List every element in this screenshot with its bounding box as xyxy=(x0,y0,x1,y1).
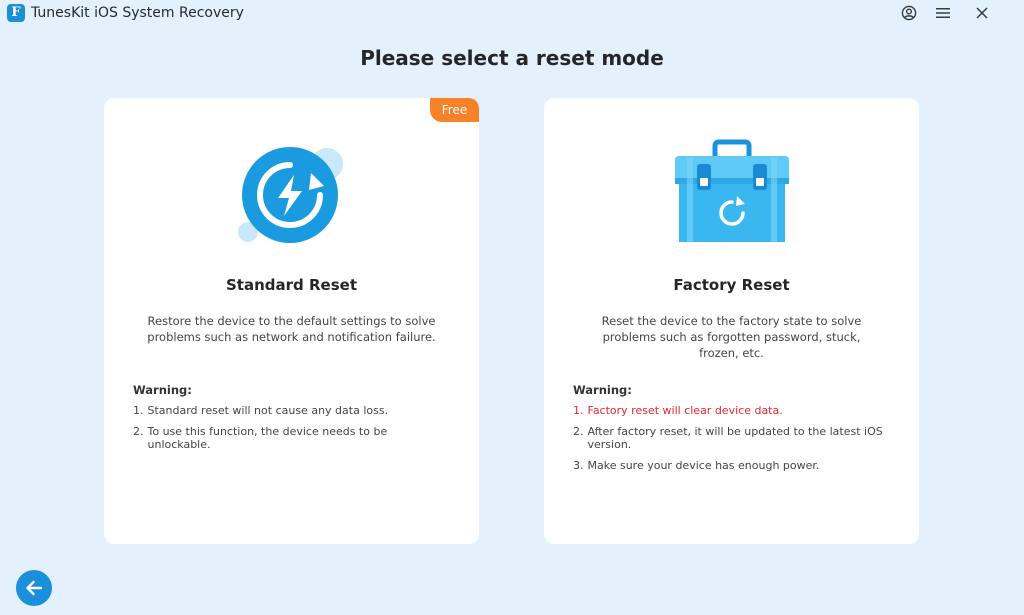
app-window: F TunesKit iOS System Recovery Please se… xyxy=(0,0,1024,615)
standard-reset-title: Standard Reset xyxy=(226,276,357,294)
arrow-left-icon xyxy=(26,580,43,596)
warning-text: Make sure your device has enough power. xyxy=(587,459,820,472)
account-icon xyxy=(901,5,917,21)
factory-reset-description: Reset the device to the factory state to… xyxy=(601,314,862,360)
warning-number: 3. xyxy=(573,459,584,472)
factory-warning-title: Warning: xyxy=(573,383,632,397)
warning-text: Standard reset will not cause any data l… xyxy=(147,404,389,417)
warning-number: 2. xyxy=(573,425,584,438)
close-icon xyxy=(976,7,988,19)
app-title: TunesKit iOS System Recovery xyxy=(31,5,244,21)
refresh-lightning-icon xyxy=(237,147,343,243)
warning-text: To use this function, the device needs t… xyxy=(147,425,388,451)
warning-number: 1. xyxy=(573,404,584,417)
standard-reset-card[interactable]: Free Standard Reset Restore the device t… xyxy=(104,98,479,544)
warning-item: 1. Factory reset will clear device data. xyxy=(573,404,893,417)
menu-icon xyxy=(936,8,950,18)
warning-item: 1. Standard reset will not cause any dat… xyxy=(133,404,453,417)
factory-reset-illustration xyxy=(544,138,919,248)
factory-warning-list: 1. Factory reset will clear device data.… xyxy=(573,404,893,480)
warning-number: 2. xyxy=(133,425,144,438)
standard-warning-title: Warning: xyxy=(133,383,192,397)
standard-reset-description: Restore the device to the default settin… xyxy=(147,314,436,344)
warning-number: 1. xyxy=(133,404,144,417)
factory-reset-card[interactable]: Factory Reset Reset the device to the fa… xyxy=(544,98,919,544)
menu-button[interactable] xyxy=(933,3,953,23)
back-button[interactable] xyxy=(16,570,52,606)
close-button[interactable] xyxy=(972,3,992,23)
warning-text: After factory reset, it will be updated … xyxy=(587,425,883,451)
factory-reset-title: Factory Reset xyxy=(673,276,790,294)
warning-item: 2. To use this function, the device need… xyxy=(133,425,453,451)
warning-item: 3. Make sure your device has enough powe… xyxy=(573,459,893,472)
free-badge: Free xyxy=(430,98,479,122)
warning-item: 2. After factory reset, it will be updat… xyxy=(573,425,893,451)
standard-warning-list: 1. Standard reset will not cause any dat… xyxy=(133,404,453,459)
page-title: Please select a reset mode xyxy=(360,46,664,70)
app-logo-icon: F xyxy=(7,4,25,22)
toolbox-refresh-icon xyxy=(674,139,789,242)
standard-reset-illustration xyxy=(104,138,479,248)
account-button[interactable] xyxy=(899,3,919,23)
title-bar: F TunesKit iOS System Recovery xyxy=(0,0,1024,26)
warning-text: Factory reset will clear device data. xyxy=(587,404,783,417)
